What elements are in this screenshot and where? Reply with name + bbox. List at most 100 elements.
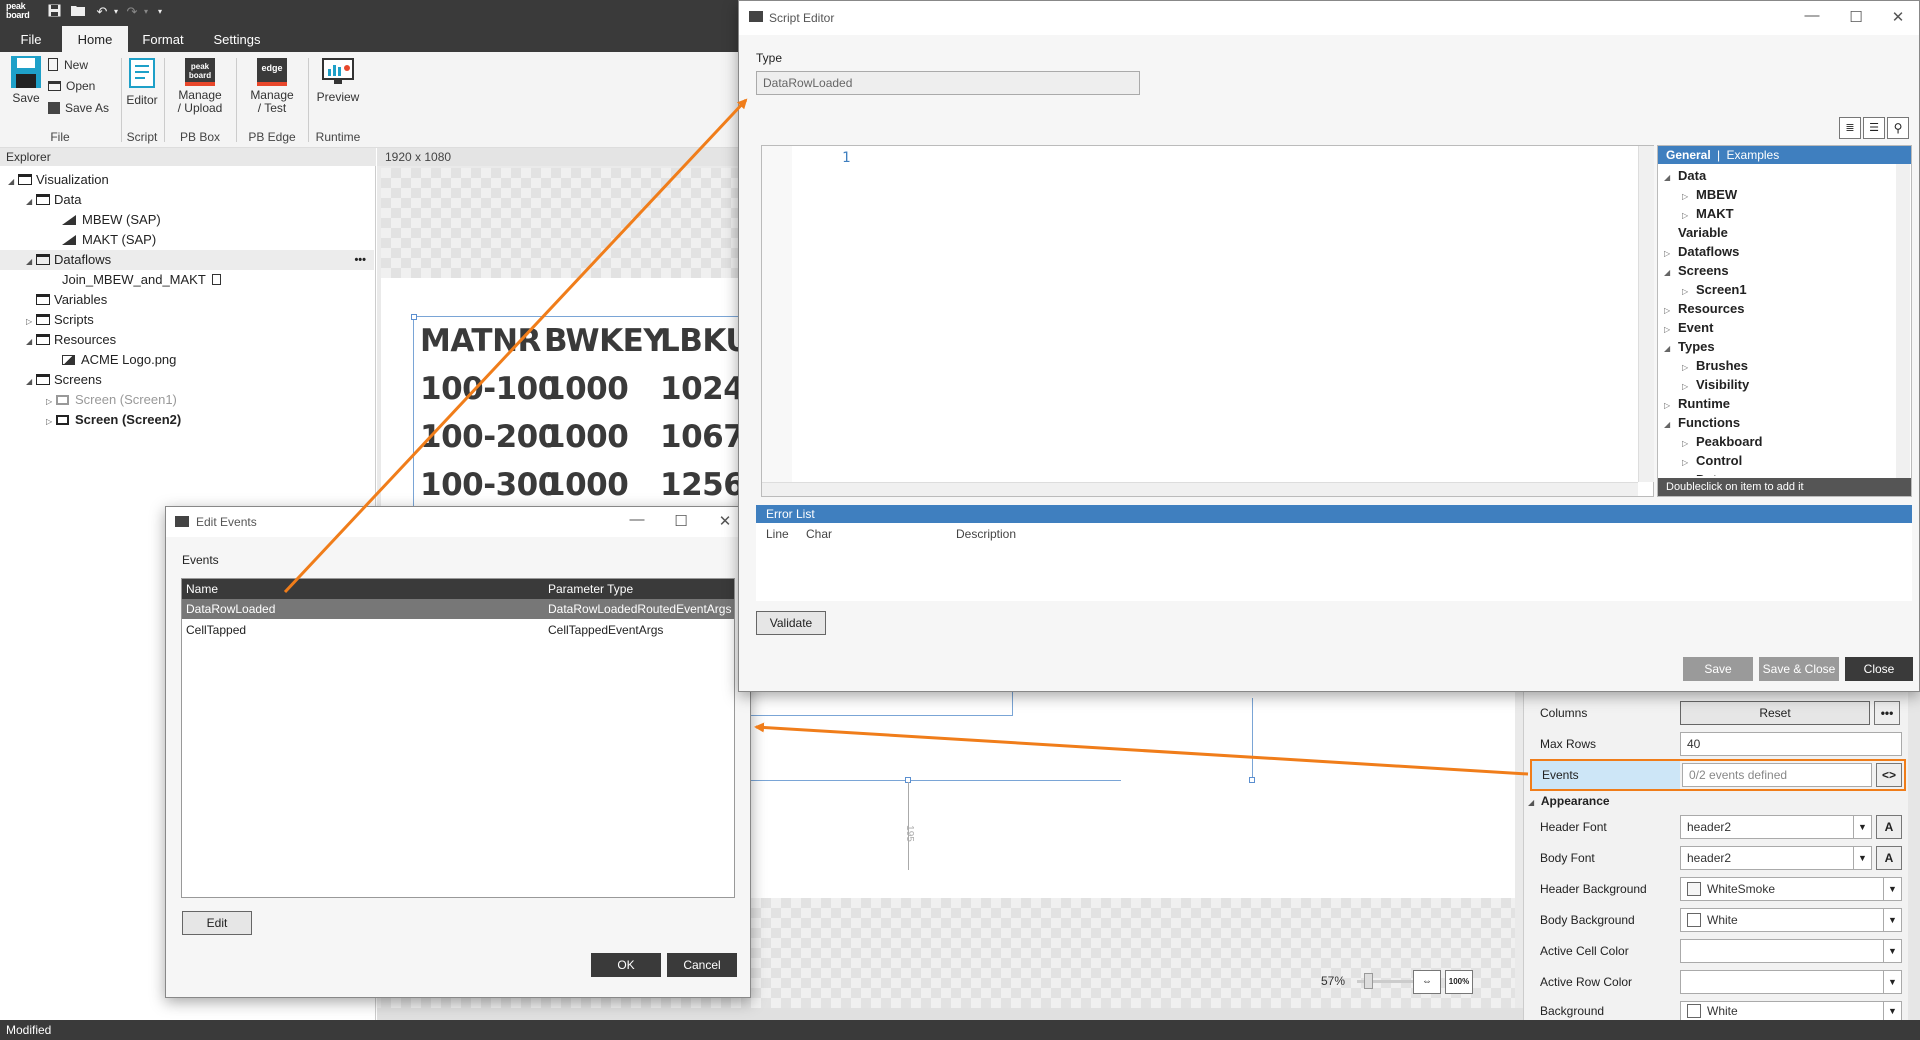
close-button[interactable]: Close — [1845, 657, 1913, 681]
reference-tree-item[interactable]: ◢ Functions — [1664, 413, 1894, 432]
expand-triangle-icon[interactable]: ◢ — [26, 192, 36, 212]
dropdown-arrow-icon[interactable]: ▼ — [1884, 970, 1902, 994]
body-background-select[interactable]: White — [1680, 908, 1884, 932]
save-icon[interactable] — [46, 4, 62, 20]
save-close-button[interactable]: Save & Close — [1759, 657, 1839, 681]
resize-handle[interactable] — [411, 314, 417, 320]
ok-button[interactable]: OK — [591, 953, 661, 977]
font-settings-button[interactable]: A — [1876, 846, 1902, 870]
zoom-100-button[interactable]: 100% — [1445, 970, 1473, 994]
reference-tree-item[interactable]: ◢ Data — [1664, 166, 1894, 185]
columns-more-button[interactable]: ••• — [1874, 701, 1900, 725]
search-icon[interactable]: ⚲ — [1887, 117, 1909, 139]
reference-tree-item[interactable]: ◢ Screens — [1664, 261, 1894, 280]
edit-event-button[interactable]: Edit — [182, 911, 252, 935]
save-as-button[interactable]: Save As — [48, 102, 120, 115]
tab-home[interactable]: Home — [62, 26, 128, 52]
editor-horizontal-scrollbar[interactable] — [762, 482, 1638, 496]
reference-tree-item[interactable]: ▷ Visibility — [1664, 375, 1894, 394]
font-settings-button[interactable]: A — [1876, 815, 1902, 839]
tree-data[interactable]: ◢ Data — [8, 190, 374, 210]
properties-scrollbar[interactable] — [1908, 690, 1920, 1020]
collapse-triangle-icon[interactable]: ▷ — [26, 312, 36, 332]
open-button[interactable]: Open — [48, 80, 118, 93]
minimize-icon[interactable]: — — [622, 505, 652, 535]
dropdown-arrow-icon[interactable]: ▼ — [1884, 877, 1902, 901]
tree-mbew[interactable]: MBEW (SAP) — [8, 210, 374, 230]
expand-triangle-icon[interactable]: ◢ — [26, 252, 36, 272]
manage-upload-button[interactable]: peak board Manage / Upload — [168, 58, 232, 115]
tree-dataflows[interactable]: ◢ Dataflows ••• — [0, 250, 374, 270]
background-select[interactable]: White — [1680, 1001, 1884, 1021]
dropdown-arrow-icon[interactable]: ▼ — [1884, 1001, 1902, 1021]
tree-acme-logo[interactable]: ACME Logo.png — [8, 350, 374, 370]
reference-tree-item[interactable]: ▷ Event — [1664, 318, 1894, 337]
comment-lines-icon[interactable]: ☰ — [1863, 117, 1885, 139]
code-editor[interactable]: 1 — [761, 145, 1654, 497]
event-row[interactable]: CellTapped CellTappedEventArgs — [182, 620, 734, 640]
tree-makt[interactable]: MAKT (SAP) — [8, 230, 374, 250]
tree-visualization[interactable]: ◢ Visualization — [8, 170, 374, 190]
expand-triangle-icon[interactable]: ◢ — [1664, 339, 1674, 358]
expand-triangle-icon[interactable]: ◢ — [1664, 415, 1674, 434]
validate-button[interactable]: Validate — [756, 611, 826, 635]
horizontal-scrollbar[interactable] — [377, 1008, 1523, 1020]
fit-to-screen-button[interactable]: ⇔ — [1413, 970, 1441, 994]
customize-toolbar-icon[interactable]: ▾ — [152, 4, 168, 20]
reference-scrollbar[interactable] — [1896, 164, 1910, 478]
reference-tree-item[interactable]: ▷ Brushes — [1664, 356, 1894, 375]
editor-vertical-scrollbar[interactable] — [1638, 146, 1654, 482]
expand-triangle-icon[interactable]: ◢ — [1528, 798, 1538, 807]
dropdown-arrow-icon[interactable]: ▼ — [1884, 908, 1902, 932]
col-param-header[interactable]: Parameter Type — [548, 579, 633, 599]
columns-reset-button[interactable]: Reset — [1680, 701, 1870, 725]
expand-triangle-icon[interactable]: ◢ — [26, 372, 36, 392]
expand-triangle-icon[interactable]: ◢ — [1664, 263, 1674, 282]
save-button[interactable]: Save — [6, 56, 46, 105]
reference-tree-item[interactable]: ▷ Screen1 — [1664, 280, 1894, 299]
minimize-icon[interactable]: — — [1797, 1, 1827, 31]
reference-tree-item[interactable]: ▷ Control — [1664, 451, 1894, 470]
reference-tree-item[interactable]: ▷ MAKT — [1664, 204, 1894, 223]
new-button[interactable]: New — [48, 58, 118, 72]
tree-screens[interactable]: ◢ Screens — [8, 370, 374, 390]
reference-tree-item[interactable]: ▷ Runtime — [1664, 394, 1894, 413]
dropdown-arrow-icon[interactable]: ▼ — [1884, 939, 1902, 963]
dropdown-arrow-icon[interactable]: ▼ — [1854, 846, 1872, 870]
maximize-icon[interactable]: ☐ — [666, 507, 696, 537]
tree-variables[interactable]: Variables — [8, 290, 374, 310]
tab-file[interactable]: File — [0, 26, 62, 52]
tab-settings[interactable]: Settings — [198, 26, 276, 52]
header-background-select[interactable]: WhiteSmoke — [1680, 877, 1884, 901]
reference-tree-item[interactable]: ▷ Dataflows — [1664, 242, 1894, 261]
reference-tree-item[interactable]: ◢ Types — [1664, 337, 1894, 356]
active-cell-color-select[interactable] — [1680, 939, 1884, 963]
expand-triangle-icon[interactable]: ◢ — [1664, 168, 1674, 187]
preview-button[interactable]: Preview — [310, 58, 366, 104]
manage-test-button[interactable]: edge Manage / Test — [240, 58, 304, 115]
event-row[interactable]: DataRowLoaded DataRowLoadedRoutedEventAr… — [182, 599, 734, 619]
reference-tree-item[interactable]: ▷ Resources — [1664, 299, 1894, 318]
close-icon[interactable]: ✕ — [710, 507, 740, 537]
more-options-button[interactable]: ••• — [354, 250, 366, 270]
active-row-color-select[interactable] — [1680, 970, 1884, 994]
close-icon[interactable]: ✕ — [1883, 3, 1913, 33]
max-rows-input[interactable]: 40 — [1680, 732, 1902, 756]
reference-tree-item[interactable]: ▷ Peakboard — [1664, 432, 1894, 451]
resize-handle[interactable] — [1249, 777, 1255, 783]
collapse-triangle-icon[interactable]: ▷ — [46, 392, 56, 412]
tab-format[interactable]: Format — [128, 26, 198, 52]
reference-tree-item[interactable]: ▷ Date — [1664, 470, 1894, 476]
col-name-header[interactable]: Name — [186, 579, 218, 599]
tree-screen1[interactable]: ▷ Screen (Screen1) — [8, 390, 374, 410]
editor-button[interactable]: Editor — [124, 58, 160, 107]
format-code-icon[interactable]: ≣ — [1839, 117, 1861, 139]
collapse-triangle-icon[interactable]: ▷ — [1682, 472, 1692, 476]
edit-events-button[interactable]: <> — [1876, 763, 1902, 787]
tree-join-dataflow[interactable]: Join_MBEW_and_MAKT — [8, 270, 374, 290]
zoom-slider-thumb[interactable] — [1364, 973, 1373, 989]
dropdown-arrow-icon[interactable]: ▼ — [1854, 815, 1872, 839]
tree-scripts[interactable]: ▷ Scripts — [8, 310, 374, 330]
expand-triangle-icon[interactable]: ◢ — [8, 172, 18, 192]
reference-tree-item[interactable]: Variable — [1664, 223, 1894, 242]
